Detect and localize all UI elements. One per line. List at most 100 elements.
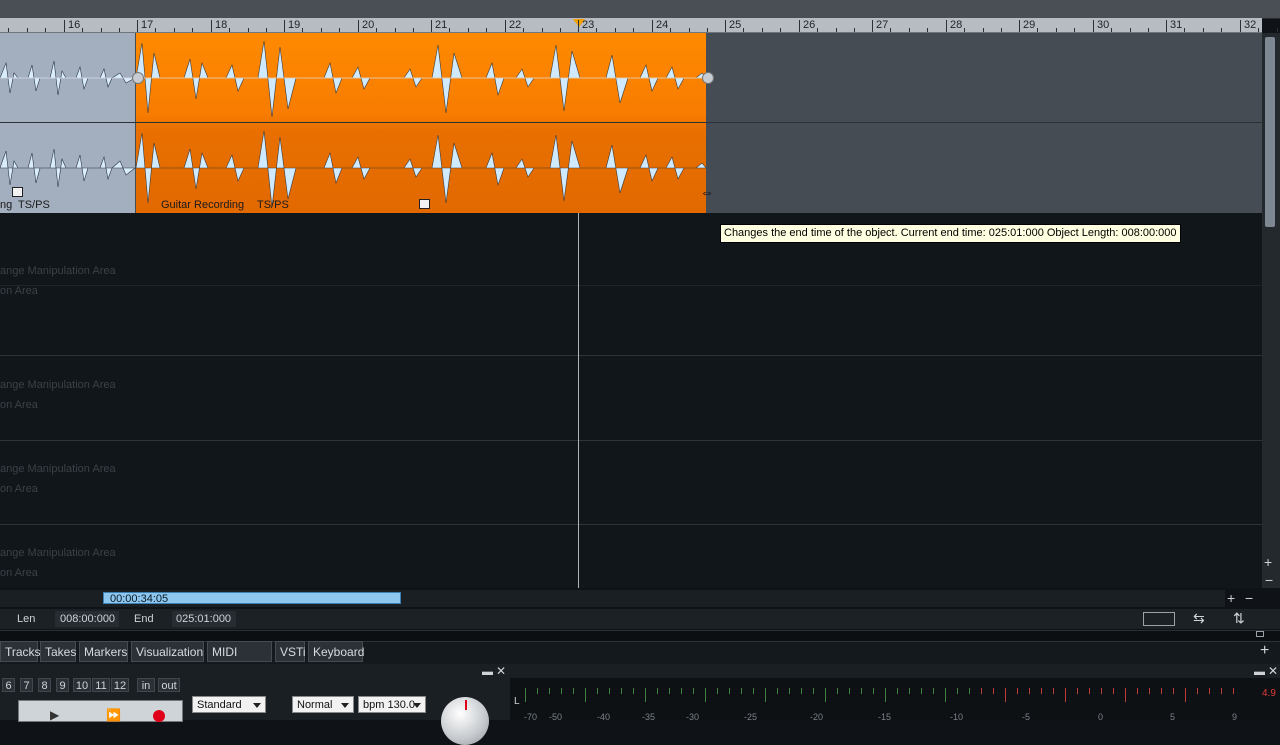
- ruler-subtick: [229, 28, 230, 32]
- zoom-in-horizontal-icon[interactable]: +: [1227, 591, 1235, 605]
- zoom-in-vertical-icon[interactable]: +: [1264, 555, 1272, 569]
- record-icon[interactable]: [153, 710, 165, 722]
- range-in-button[interactable]: in: [137, 678, 155, 692]
- lock-icon[interactable]: [12, 187, 23, 197]
- ruler-subtick: [339, 28, 340, 32]
- ruler-label: 18: [215, 18, 227, 32]
- tab-takes[interactable]: Takes: [40, 641, 76, 662]
- ruler-tick: [799, 20, 800, 32]
- ruler-tick: [284, 20, 285, 32]
- meter-scale-label: -50: [549, 712, 562, 722]
- audio-object-guitar-recording[interactable]: [136, 33, 706, 213]
- zoom-out-horizontal-icon[interactable]: −: [1245, 591, 1253, 605]
- empty-track[interactable]: [0, 525, 1262, 588]
- meter-tick: [717, 688, 718, 694]
- ruler-label: 19: [288, 18, 300, 32]
- top-toolbar-strip: [0, 0, 1280, 19]
- ruler-tick: [1093, 20, 1094, 32]
- meter-tick: [825, 688, 826, 702]
- marker-button-8[interactable]: 8: [38, 678, 51, 692]
- mode-select-value: Standard: [197, 699, 242, 711]
- horizontal-scroll-thumb[interactable]: 00:00:34:05: [103, 592, 401, 604]
- ruler-tick: [578, 20, 579, 32]
- ruler-label: 28: [950, 18, 962, 32]
- meter-channel-label: L: [514, 696, 520, 707]
- empty-track[interactable]: [0, 356, 1262, 441]
- vertical-scroll-thumb[interactable]: [1265, 37, 1275, 227]
- volume-handle-start[interactable]: [132, 72, 144, 84]
- audio-object-previous[interactable]: [0, 33, 135, 213]
- close-icon[interactable]: ✕: [496, 664, 506, 678]
- tab-visualization[interactable]: Visualization: [131, 641, 204, 662]
- marker-button-6[interactable]: 6: [2, 678, 15, 692]
- tab-keyboard[interactable]: Keyboard: [308, 641, 363, 662]
- track-hint-text: on Area: [0, 483, 38, 495]
- empty-track[interactable]: [0, 441, 1262, 525]
- restore-icon[interactable]: [1256, 631, 1264, 637]
- ruler-subtick: [1001, 28, 1002, 32]
- ruler-subtick: [762, 28, 763, 32]
- tab-markers[interactable]: Markers: [79, 641, 128, 662]
- meter-tick: [693, 688, 694, 694]
- marker-button-11[interactable]: 11: [92, 678, 110, 692]
- ruler-subtick: [670, 28, 671, 32]
- meter-tick: [1125, 688, 1126, 702]
- marker-button-12[interactable]: 12: [111, 678, 129, 692]
- lock-icon[interactable]: [419, 199, 430, 209]
- ruler-subtick: [1221, 28, 1222, 32]
- meter-tick: [1077, 688, 1078, 694]
- swap-vertical-icon[interactable]: ⇅: [1233, 610, 1245, 627]
- ruler-subtick: [486, 28, 487, 32]
- ruler-subtick: [1056, 28, 1057, 32]
- meter-tick: [1137, 688, 1138, 694]
- range-out-button[interactable]: out: [158, 678, 180, 692]
- swap-horizontal-icon[interactable]: ⇆: [1193, 610, 1205, 627]
- ruler-subtick: [1277, 28, 1278, 32]
- meter-scale-label: -25: [744, 712, 757, 722]
- ruler-label: 29: [1023, 18, 1035, 32]
- ruler-subtick: [1074, 28, 1075, 32]
- ruler-subtick: [1130, 28, 1131, 32]
- playback-select[interactable]: Normal: [292, 696, 354, 713]
- marker-button-9[interactable]: 9: [56, 678, 69, 692]
- marker-button-10[interactable]: 10: [73, 678, 91, 692]
- minimize-icon[interactable]: ▬: [482, 666, 493, 678]
- knob-indicator: [465, 700, 467, 710]
- meter-tick: [645, 688, 646, 702]
- meter-tick: [681, 688, 682, 694]
- len-value[interactable]: 008:00:000: [60, 609, 115, 629]
- minimize-icon[interactable]: ▬: [1254, 666, 1265, 678]
- meter-tick: [957, 688, 958, 694]
- volume-handle-end[interactable]: [702, 72, 714, 84]
- add-tab-icon[interactable]: +: [1260, 644, 1269, 658]
- tab-vsti[interactable]: VSTi: [275, 641, 305, 662]
- zoom-fit-icon[interactable]: [1143, 612, 1175, 626]
- track-hint-text: on Area: [0, 399, 38, 411]
- tab-midi-editor[interactable]: MIDI Editor: [207, 641, 272, 662]
- panel-separator[interactable]: [0, 630, 1280, 641]
- ruler-ticks: 51617181920212223242526272829303132: [0, 18, 1262, 32]
- bpm-select[interactable]: bpm 130.0: [358, 696, 426, 713]
- end-value[interactable]: 025:01:000: [176, 609, 231, 629]
- meter-tick: [945, 688, 946, 702]
- ruler-subtick: [743, 28, 744, 32]
- meter-scale-label: 0: [1098, 712, 1103, 722]
- zoom-out-vertical-icon[interactable]: −: [1265, 573, 1273, 587]
- object-fx-previous: TS/PS: [18, 199, 50, 211]
- ruler-subtick: [8, 28, 9, 32]
- ruler-label: 20: [362, 18, 374, 32]
- ruler-label: 32: [1244, 18, 1256, 32]
- meter-scale-label: 5: [1170, 712, 1175, 722]
- end-label: End: [134, 609, 154, 629]
- meter-scale: [525, 688, 1245, 702]
- ruler-subtick: [321, 28, 322, 32]
- ruler-subtick: [836, 28, 837, 32]
- mode-select[interactable]: Standard: [192, 696, 266, 713]
- close-icon[interactable]: ✕: [1268, 664, 1278, 678]
- ruler-subtick: [927, 28, 928, 32]
- meter-scale-label: -70: [524, 712, 537, 722]
- meter-tick: [1233, 688, 1234, 694]
- tab-tracks[interactable]: Tracks: [0, 641, 38, 662]
- marker-button-7[interactable]: 7: [20, 678, 33, 692]
- meter-tick: [993, 688, 994, 694]
